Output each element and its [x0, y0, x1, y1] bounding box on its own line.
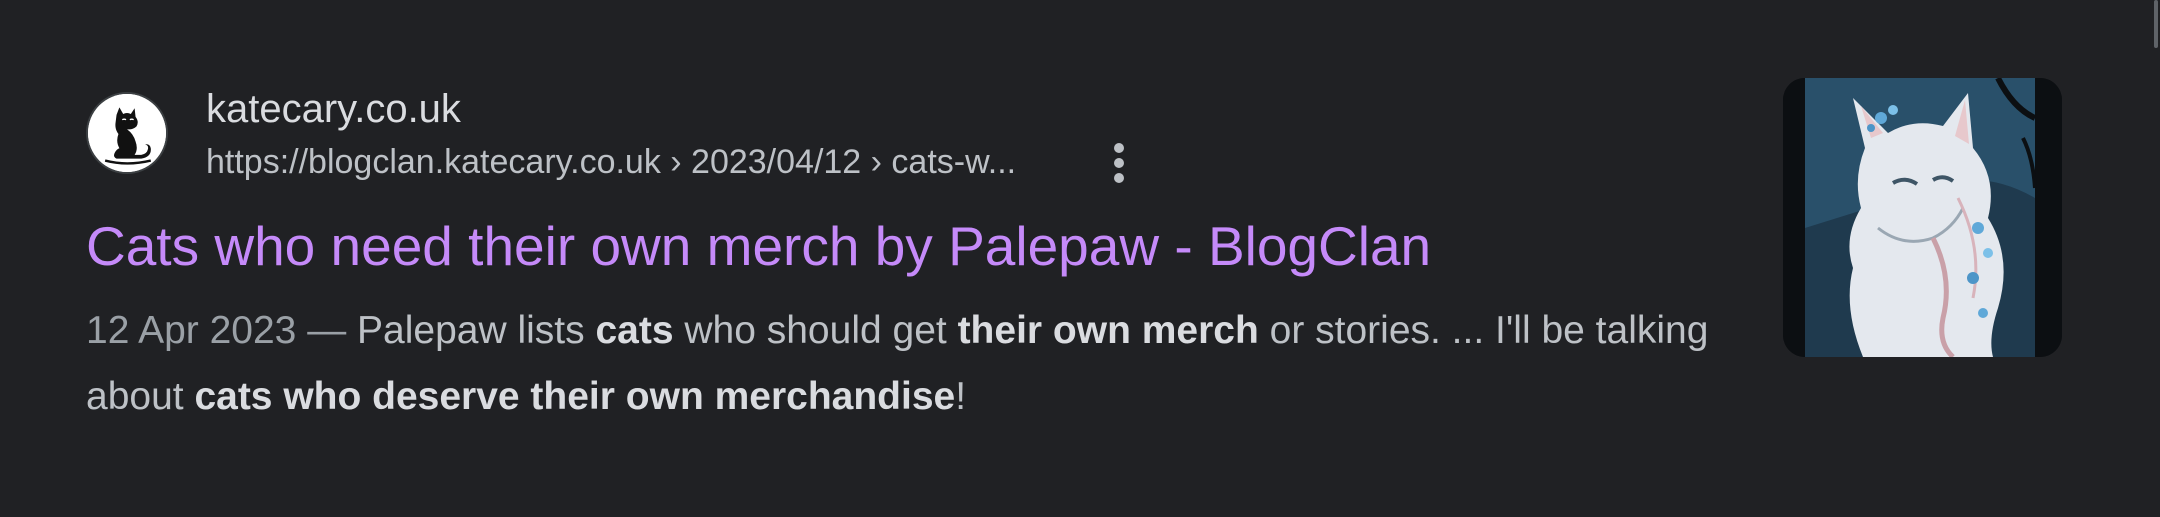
white-cat-illustration — [1783, 78, 2062, 357]
result-snippet: 12 Apr 2023 — Palepaw lists cats who sho… — [86, 298, 1806, 430]
snippet-text: who should get — [673, 309, 958, 352]
snippet-highlight: cats — [595, 309, 674, 352]
site-name[interactable]: katecary.co.uk — [206, 86, 461, 132]
snippet-text: ! — [955, 375, 967, 418]
search-result: katecary.co.uk https://blogclan.katecary… — [86, 78, 2086, 428]
three-dots-vertical-icon — [1114, 143, 1124, 183]
more-options-button[interactable] — [1104, 140, 1134, 186]
page-scrollbar[interactable] — [2150, 0, 2160, 517]
snippet-highlight: cats who deserve their own merchandise — [194, 375, 956, 418]
result-title-link[interactable]: Cats who need their own merch by Palepaw… — [86, 214, 1431, 278]
site-favicon[interactable] — [86, 92, 168, 174]
snippet-highlight: their own merch — [957, 309, 1259, 352]
result-date: 12 Apr 2023 — [86, 309, 297, 352]
search-results-page: katecary.co.uk https://blogclan.katecary… — [0, 0, 2160, 517]
scrollbar-thumb[interactable] — [2154, 0, 2158, 48]
cat-silhouette-icon — [88, 94, 166, 172]
result-url-breadcrumb[interactable]: https://blogclan.katecary.co.uk › 2023/0… — [206, 142, 1016, 182]
result-thumbnail[interactable] — [1783, 78, 2062, 357]
snippet-text: Palepaw lists — [357, 309, 596, 352]
date-separator: — — [296, 309, 358, 352]
